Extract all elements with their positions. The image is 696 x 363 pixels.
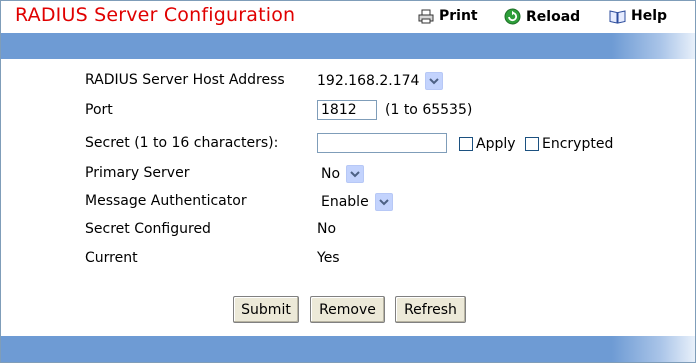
reload-link[interactable]: Reload bbox=[504, 8, 580, 25]
primary-value: No bbox=[321, 166, 341, 182]
secret-row: Secret (1 to 16 characters): Apply Encry… bbox=[85, 133, 675, 155]
primary-label: Primary Server bbox=[85, 165, 190, 181]
print-label: Print bbox=[439, 8, 478, 24]
page-frame: RADIUS Server Configuration Print Reload bbox=[0, 0, 696, 363]
msg-auth-select[interactable]: Enable bbox=[321, 191, 393, 213]
reload-icon bbox=[504, 8, 521, 25]
port-range: (1 to 65535) bbox=[385, 102, 473, 118]
current-row: Current Yes bbox=[85, 248, 675, 270]
secret-input[interactable] bbox=[317, 133, 447, 153]
apply-label: Apply bbox=[476, 136, 516, 152]
encrypted-checkbox[interactable]: Encrypted bbox=[525, 136, 613, 152]
encrypted-checkbox-box[interactable] bbox=[525, 137, 539, 151]
chevron-down-icon bbox=[346, 165, 365, 183]
apply-checkbox-box[interactable] bbox=[459, 137, 473, 151]
printer-icon bbox=[418, 9, 434, 23]
host-label: RADIUS Server Host Address bbox=[85, 72, 285, 88]
host-value: 192.168.2.174 bbox=[317, 73, 420, 89]
remove-button[interactable]: Remove bbox=[310, 296, 385, 323]
page-title: RADIUS Server Configuration bbox=[15, 4, 296, 26]
primary-row: Primary Server No bbox=[85, 163, 675, 185]
reload-label: Reload bbox=[526, 8, 581, 25]
current-value: Yes bbox=[317, 250, 340, 266]
primary-select[interactable]: No bbox=[321, 163, 365, 185]
bottom-band bbox=[1, 336, 695, 362]
apply-checkbox[interactable]: Apply bbox=[459, 136, 516, 152]
submit-button[interactable]: Submit bbox=[233, 296, 299, 323]
header: RADIUS Server Configuration Print Reload bbox=[1, 1, 695, 33]
help-book-icon bbox=[609, 9, 626, 24]
secret-configured-row: Secret Configured No bbox=[85, 219, 675, 241]
chevron-down-icon bbox=[425, 72, 444, 90]
top-band bbox=[1, 33, 695, 59]
refresh-button[interactable]: Refresh bbox=[395, 296, 466, 323]
help-label: Help bbox=[631, 8, 668, 24]
chevron-down-icon bbox=[374, 193, 393, 211]
secret-label: Secret (1 to 16 characters): bbox=[85, 135, 279, 151]
secret-configured-value: No bbox=[317, 221, 337, 237]
encrypted-label: Encrypted bbox=[542, 136, 614, 152]
host-select[interactable]: 192.168.2.174 bbox=[317, 70, 444, 92]
msg-auth-row: Message Authenticator Enable bbox=[85, 191, 675, 213]
print-link[interactable]: Print bbox=[418, 8, 478, 24]
port-label: Port bbox=[85, 102, 113, 118]
port-row: Port (1 to 65535) bbox=[85, 100, 675, 122]
port-input[interactable] bbox=[317, 100, 377, 120]
secret-configured-label: Secret Configured bbox=[85, 221, 211, 237]
msg-auth-value: Enable bbox=[321, 194, 369, 210]
help-link[interactable]: Help bbox=[609, 8, 667, 24]
msg-auth-label: Message Authenticator bbox=[85, 193, 247, 209]
host-row: RADIUS Server Host Address 192.168.2.174 bbox=[85, 70, 675, 92]
current-label: Current bbox=[85, 250, 138, 266]
